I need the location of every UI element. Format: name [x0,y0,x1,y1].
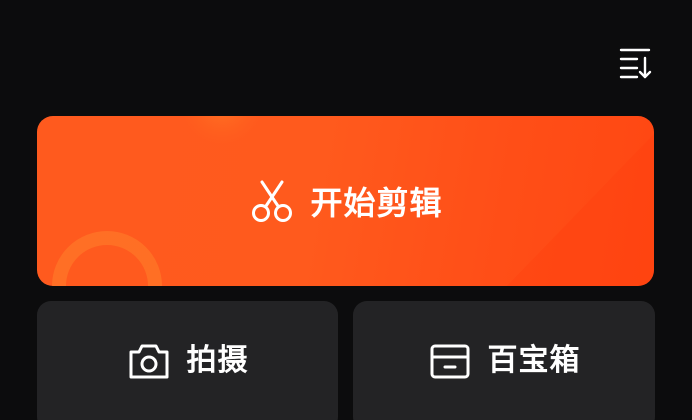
toolbox-button[interactable]: 百宝箱 [353,301,655,420]
toolbox-icon [430,344,469,379]
sort-button[interactable] [612,40,658,84]
start-editing-button[interactable]: 开始剪辑 [37,116,654,286]
home-screen: 开始剪辑 拍摄 百宝箱 [0,0,692,420]
capture-button[interactable]: 拍摄 [37,301,338,420]
start-editing-label: 开始剪辑 [310,184,443,222]
camera-icon [129,344,168,379]
capture-label: 拍摄 [186,343,249,378]
scissors-icon [252,180,293,222]
toolbox-label: 百宝箱 [487,343,581,378]
sort-descending-icon [619,48,652,79]
